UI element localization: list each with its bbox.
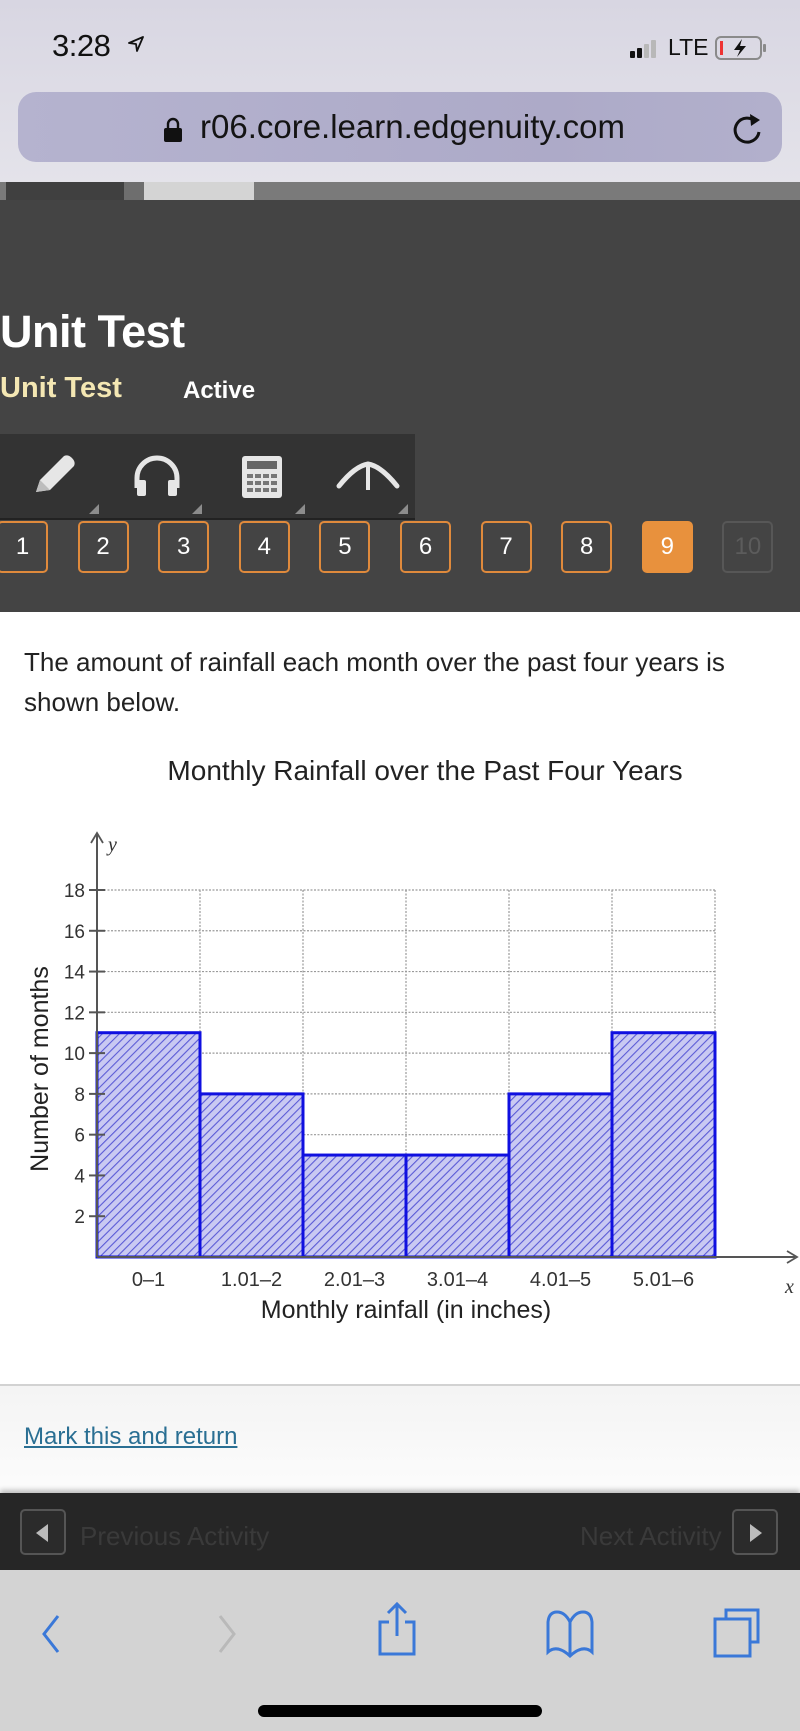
x-tick-label: 0–1: [132, 1269, 165, 1291]
question-button-1[interactable]: 1: [0, 521, 48, 573]
y-tick-label: 16: [64, 922, 85, 943]
question-button-10: 10: [722, 521, 774, 573]
question-button-3[interactable]: 3: [158, 521, 210, 573]
question-button-9[interactable]: 9: [641, 521, 693, 573]
reload-icon[interactable]: [730, 110, 764, 146]
y-tick-label: 18: [64, 881, 85, 902]
battery-charging-icon: [715, 36, 766, 60]
x-tick-label: 3.01–4: [427, 1269, 488, 1291]
pencil-tool-button[interactable]: [0, 434, 103, 518]
next-activity-label[interactable]: Next Activity: [580, 1521, 722, 1552]
bar-5.01–6: [610, 1031, 717, 1259]
tab-active[interactable]: [144, 182, 254, 202]
chevron-right-icon: [750, 1524, 762, 1542]
bar-4.01–5: [507, 1092, 614, 1259]
bar-0–1: [95, 1031, 202, 1259]
chevron-left-icon: [36, 1524, 48, 1542]
question-navigator: 1 2 3 4 5 6 7 8 9 10: [0, 521, 800, 576]
activity-subtitle: Unit Test: [0, 372, 122, 404]
previous-activity-button[interactable]: [20, 1509, 66, 1555]
page-title: Unit Test: [0, 306, 185, 357]
tabs-icon[interactable]: [712, 1606, 762, 1658]
x-tick-labels: 0–1 1.01–2 2.01–3 3.01–4 4.01–5 5.01–6: [132, 1269, 694, 1291]
x-tick-label: 5.01–6: [633, 1269, 694, 1291]
question-button-8[interactable]: 8: [561, 521, 613, 573]
tools-toolbar: [0, 434, 415, 520]
question-button-7[interactable]: 7: [480, 521, 532, 573]
question-button-2[interactable]: 2: [77, 521, 129, 573]
headphones-icon: [134, 455, 180, 496]
x-axis-symbol: x: [784, 1276, 794, 1298]
question-text: The amount of rainfall each month over t…: [24, 647, 725, 717]
bar-2.01–3: [301, 1153, 408, 1259]
y-tick-label: 4: [74, 1166, 85, 1187]
pencil-icon: [36, 455, 75, 492]
x-tick-label: 1.01–2: [221, 1269, 282, 1291]
tab-inactive[interactable]: [6, 182, 124, 202]
reference-tool-button[interactable]: [309, 434, 412, 518]
y-tick-label: 8: [74, 1085, 85, 1106]
histogram-chart: Monthly Rainfall over the Past Four Year…: [26, 755, 799, 1324]
previous-activity-label[interactable]: Previous Activity: [80, 1521, 269, 1552]
next-activity-button[interactable]: [732, 1509, 778, 1555]
audio-tool-button[interactable]: [103, 434, 206, 518]
y-axis-label: Number of months: [26, 966, 54, 1172]
back-icon[interactable]: [36, 1612, 66, 1656]
dropdown-corner: [295, 504, 305, 514]
y-tick-label: 2: [74, 1207, 85, 1228]
forward-icon[interactable]: [212, 1612, 242, 1656]
question-button-5[interactable]: 5: [319, 521, 371, 573]
question-button-4[interactable]: 4: [238, 521, 290, 573]
network-type: LTE: [668, 34, 709, 60]
tab-strip: [0, 182, 800, 202]
y-tick-labels: 2 4 6 8 10 12 14 16 18: [64, 881, 86, 1228]
dropdown-corner: [192, 504, 202, 514]
x-tick-label: 2.01–3: [324, 1269, 385, 1291]
dropdown-corner: [398, 504, 408, 514]
chart-title: Monthly Rainfall over the Past Four Year…: [167, 755, 682, 786]
y-tick-label: 12: [64, 1003, 85, 1024]
signal-icon: [630, 40, 656, 58]
reference-icon: [336, 461, 400, 490]
x-tick-label: 4.01–5: [530, 1269, 591, 1291]
status-badge: Active: [183, 377, 256, 404]
calculator-icon: [242, 456, 282, 498]
x-axis-label: Monthly rainfall (in inches): [261, 1296, 551, 1324]
status-time: 3:28: [52, 28, 111, 63]
question-button-6[interactable]: 6: [400, 521, 451, 573]
share-icon[interactable]: [376, 1600, 418, 1658]
bar-1.01–2: [198, 1092, 305, 1259]
y-tick-label: 14: [64, 963, 86, 984]
bookmarks-icon[interactable]: [545, 1608, 595, 1658]
y-axis-symbol: y: [106, 834, 117, 856]
bar-3.01–4: [404, 1153, 511, 1259]
url-text[interactable]: r06.core.learn.edgenuity.com: [200, 108, 625, 146]
home-indicator: [258, 1705, 542, 1717]
lock-icon: [164, 117, 182, 142]
tab-separator: [124, 182, 144, 202]
location-arrow-icon: [128, 36, 144, 52]
dropdown-corner: [89, 504, 99, 514]
mark-and-return-link[interactable]: Mark this and return: [24, 1423, 237, 1451]
y-tick-label: 6: [74, 1126, 85, 1147]
y-tick-label: 10: [64, 1044, 85, 1065]
calculator-tool-button[interactable]: [206, 434, 309, 518]
